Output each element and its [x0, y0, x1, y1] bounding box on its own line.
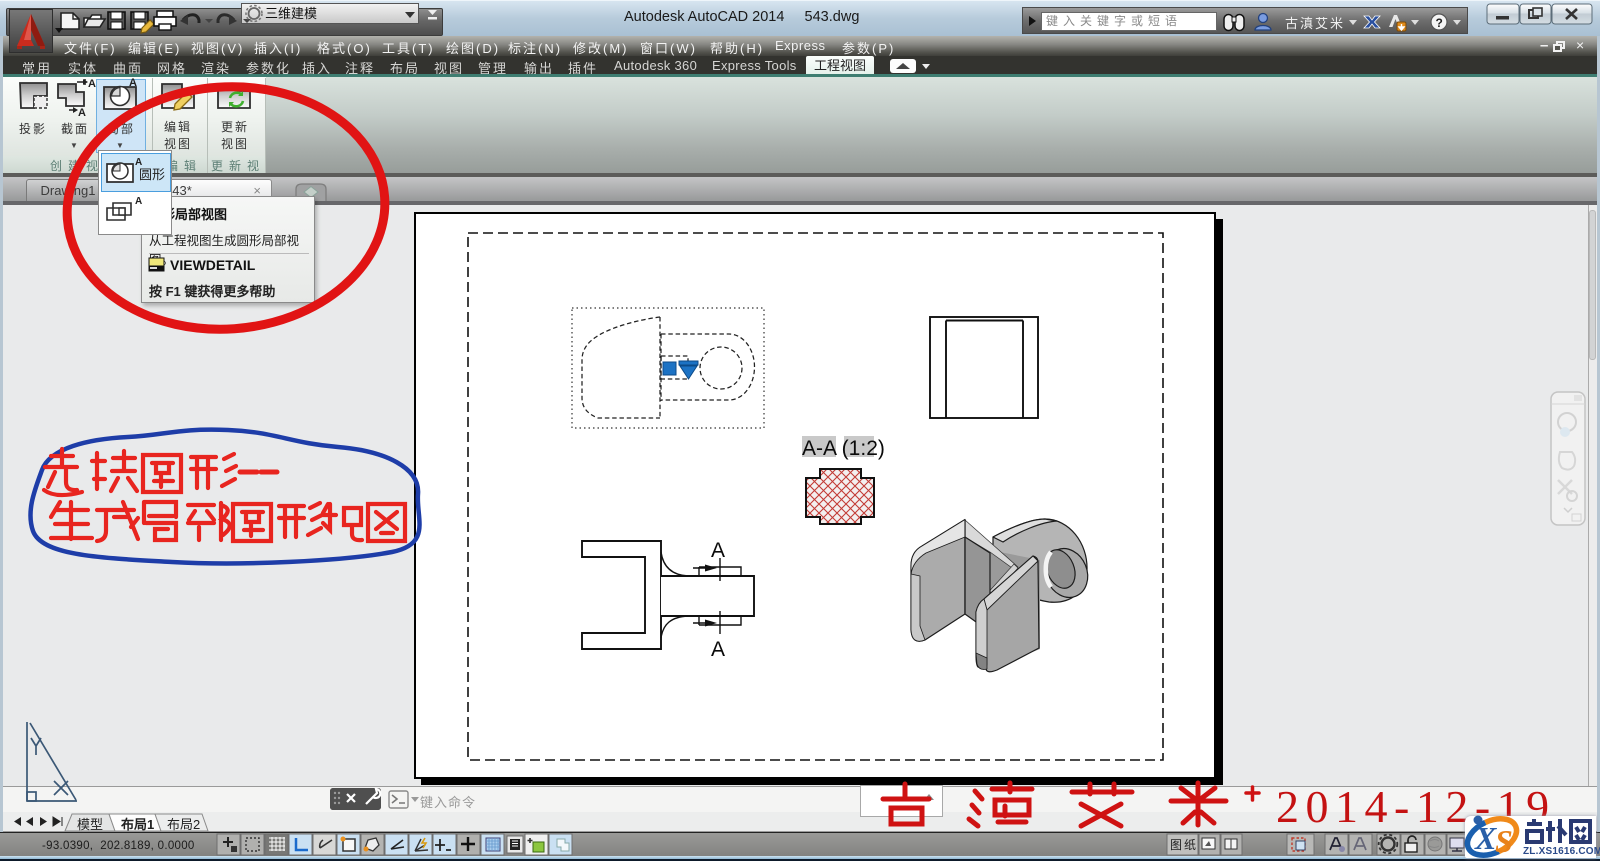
svg-text:ZL.XS1616.COM: ZL.XS1616.COM — [1523, 846, 1600, 857]
svg-text:X: X — [1474, 820, 1497, 856]
svg-text:S: S — [1495, 823, 1513, 859]
